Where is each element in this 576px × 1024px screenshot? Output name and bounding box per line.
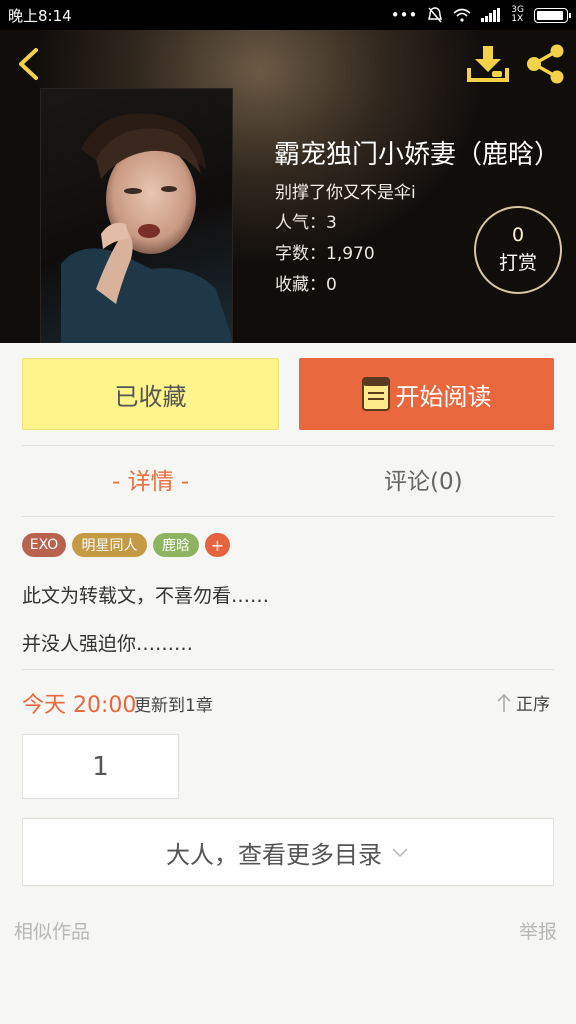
reward-button[interactable]: 0 打赏 bbox=[474, 206, 562, 294]
battery-icon bbox=[534, 7, 571, 23]
favorites-count: 收藏：0 bbox=[275, 275, 337, 295]
tab-detail[interactable]: - 详情 - bbox=[112, 462, 189, 496]
book-author[interactable]: 别撑了你又不是伞i bbox=[275, 178, 416, 203]
divider bbox=[22, 445, 554, 446]
chapter-number: 1 bbox=[92, 751, 109, 782]
start-reading-button[interactable]: 开始阅读 bbox=[299, 358, 554, 430]
collected-label: 已收藏 bbox=[114, 382, 187, 411]
description-line: 并没人强迫你……… bbox=[22, 633, 194, 655]
arrow-up-icon bbox=[497, 693, 511, 712]
reward-count: 0 bbox=[511, 224, 525, 246]
similar-works-label: 相似作品 bbox=[14, 921, 91, 943]
book-icon bbox=[361, 377, 390, 411]
tag-luhan[interactable]: 鹿晗 bbox=[153, 533, 199, 557]
sort-order-button[interactable]: 正序 bbox=[496, 690, 550, 715]
sort-order-label: 正序 bbox=[516, 695, 550, 715]
popularity-count: 人气：3 bbox=[275, 213, 337, 233]
tag-exo[interactable]: EXO bbox=[22, 533, 66, 557]
book-header: 霸宠独门小娇妻（鹿晗） 别撑了你又不是伞i 人气：3 字数：1,970 收藏：0… bbox=[0, 30, 576, 343]
chapter-item[interactable]: 1 bbox=[22, 734, 179, 799]
start-reading-label: 开始阅读 bbox=[395, 382, 492, 411]
divider bbox=[22, 669, 554, 670]
more-catalog-label: 大人，查看更多目录 bbox=[166, 840, 382, 869]
report-link[interactable]: 举报 bbox=[519, 917, 557, 944]
tab-comments[interactable]: 评论(0) bbox=[384, 462, 463, 496]
status-time: 晚上8:14 bbox=[8, 6, 72, 25]
chevron-down-icon bbox=[392, 848, 408, 858]
divider bbox=[22, 516, 554, 517]
tag-star-fanfic[interactable]: 明星同人 bbox=[72, 533, 147, 557]
share-icon[interactable] bbox=[524, 44, 568, 84]
download-icon[interactable] bbox=[466, 44, 510, 84]
description-line: 此文为转载文，不喜勿看…… bbox=[22, 585, 270, 607]
update-text: 更新到1章 bbox=[134, 696, 213, 716]
reward-label: 打赏 bbox=[498, 252, 537, 274]
network-type: 3G 1X bbox=[511, 5, 524, 24]
add-tag-button[interactable]: + bbox=[205, 533, 230, 557]
more-dots-icon: ••• bbox=[390, 6, 418, 24]
mute-icon bbox=[428, 7, 443, 23]
cover-portrait-image bbox=[61, 113, 232, 343]
signal-icon bbox=[481, 8, 501, 22]
back-icon[interactable] bbox=[12, 46, 48, 82]
status-bar: 晚上8:14 ••• 3G 1X bbox=[0, 0, 576, 30]
more-catalog-button[interactable]: 大人，查看更多目录 bbox=[22, 818, 554, 886]
wifi-icon bbox=[453, 8, 471, 22]
status-icons: ••• 3G 1X bbox=[390, 5, 571, 24]
collected-button[interactable]: 已收藏 bbox=[22, 358, 279, 430]
book-cover[interactable] bbox=[40, 88, 233, 343]
update-time: 今天 20:00 bbox=[22, 693, 137, 718]
word-count: 字数：1,970 bbox=[275, 244, 375, 264]
book-title: 霸宠独门小娇妻（鹿晗） bbox=[274, 140, 561, 170]
